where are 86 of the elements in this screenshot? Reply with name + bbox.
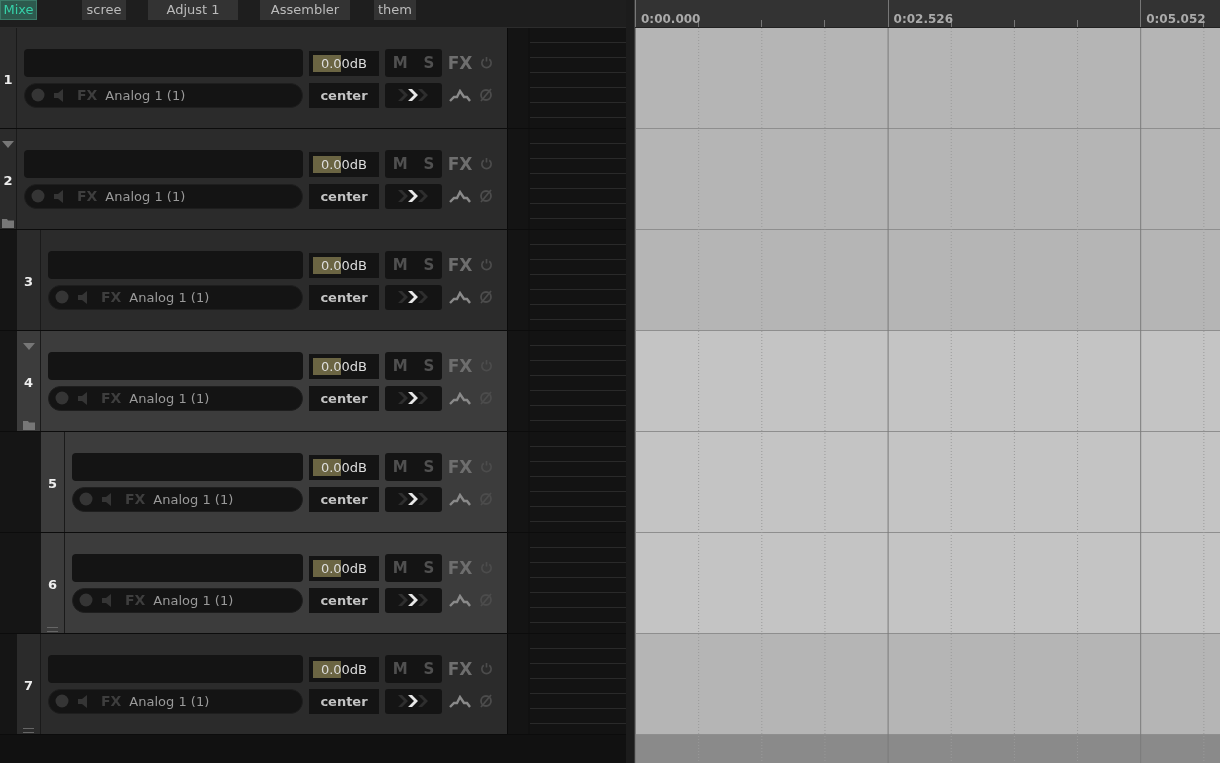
track-lane[interactable] [635,230,1220,331]
pan-field[interactable]: center [309,183,379,209]
pan-field[interactable]: center [309,688,379,714]
track-lane[interactable] [635,432,1220,533]
folder-end-icon[interactable] [23,728,34,733]
record-arm-icon[interactable] [55,391,69,405]
mute-button[interactable]: M [390,255,410,274]
input-selector[interactable]: Analog 1 (1) [153,592,234,608]
input-selector[interactable]: Analog 1 (1) [129,693,210,709]
mute-button[interactable]: M [390,154,410,173]
fx-button[interactable]: FX [447,254,473,275]
folder-icon[interactable] [22,420,35,430]
input-selector[interactable]: Analog 1 (1) [129,289,210,305]
collapse-caret-icon[interactable] [2,138,14,150]
track-number: 6 [47,576,57,592]
track-name-field[interactable] [72,452,303,481]
monitor-button[interactable] [385,486,442,512]
time-label: 0:02.526 [893,12,954,26]
track-name-field[interactable] [48,351,303,380]
pan-field[interactable]: center [309,486,379,512]
volume-field[interactable]: 0.00dB [309,252,379,278]
toolbar-button[interactable]: Mixe [0,0,37,20]
input-selector[interactable]: Analog 1 (1) [153,491,234,507]
solo-button[interactable]: S [421,154,437,173]
volume-field[interactable]: 0.00dB [309,555,379,581]
track-number: 5 [47,475,57,491]
volume-field[interactable]: 0.00dB [309,50,379,76]
solo-button[interactable]: S [421,659,437,678]
mute-button[interactable]: M [390,53,410,72]
fx-button[interactable]: FX [447,153,473,174]
folder-icon[interactable] [2,218,14,228]
volume-field[interactable]: 0.00dB [309,454,379,480]
time-label: 0:00.000 [641,12,701,26]
volume-field[interactable]: 0.00dB [309,151,379,177]
track-number: 2 [3,172,13,188]
time-label: 0:05.052 [1146,12,1206,26]
monitor-button[interactable] [385,183,442,209]
monitor-button[interactable] [385,587,442,613]
monitor-button[interactable] [385,82,442,108]
collapse-caret-icon[interactable] [22,340,35,352]
mute-button[interactable]: M [390,356,410,375]
toolbar-button[interactable]: scree [82,0,126,20]
mute-button[interactable]: M [390,659,410,678]
timeline-ruler[interactable]: 0:00.000 0:02.526 0:05.052 [635,0,1220,28]
solo-button[interactable]: S [421,255,437,274]
toolbar-button[interactable]: Assembler [260,0,350,20]
record-arm-icon[interactable] [79,492,93,506]
input-selector[interactable]: Analog 1 (1) [105,87,186,103]
track-lane[interactable] [635,331,1220,432]
track-lane[interactable] [635,634,1220,735]
panel-splitter[interactable] [626,0,635,763]
input-selector[interactable]: Analog 1 (1) [129,390,210,406]
pan-field[interactable]: center [309,385,379,411]
solo-button[interactable]: S [421,457,437,476]
volume-field[interactable]: 0.00dB [309,656,379,682]
track-lane[interactable] [635,129,1220,230]
input-selector[interactable]: Analog 1 (1) [105,188,186,204]
track-number: 4 [23,374,33,390]
record-arm-icon[interactable] [55,694,69,708]
pan-field[interactable]: center [309,587,379,613]
toolbar-button[interactable]: Adjust 1 [148,0,238,20]
track-number: 1 [3,71,13,87]
solo-button[interactable]: S [421,356,437,375]
mute-button[interactable]: M [390,558,410,577]
folder-end-icon[interactable] [47,627,58,632]
track-name-field[interactable] [72,553,303,582]
fx-button[interactable]: FX [447,52,473,73]
record-arm-icon[interactable] [31,88,45,102]
monitor-button[interactable] [385,385,442,411]
pan-field[interactable]: center [309,284,379,310]
track-number: 7 [23,677,33,693]
fx-button[interactable]: FX [447,658,473,679]
solo-button[interactable]: S [421,558,437,577]
pan-field[interactable]: center [309,82,379,108]
monitor-button[interactable] [385,688,442,714]
track-number: 3 [23,273,33,289]
mute-button[interactable]: M [390,457,410,476]
record-arm-icon[interactable] [55,290,69,304]
track-lane[interactable] [635,533,1220,634]
record-arm-icon[interactable] [79,593,93,607]
solo-button[interactable]: S [421,53,437,72]
track-lane[interactable] [635,28,1220,129]
record-arm-icon[interactable] [31,189,45,203]
volume-field[interactable]: 0.00dB [309,353,379,379]
monitor-button[interactable] [385,284,442,310]
toolbar-button[interactable]: them [374,0,416,20]
